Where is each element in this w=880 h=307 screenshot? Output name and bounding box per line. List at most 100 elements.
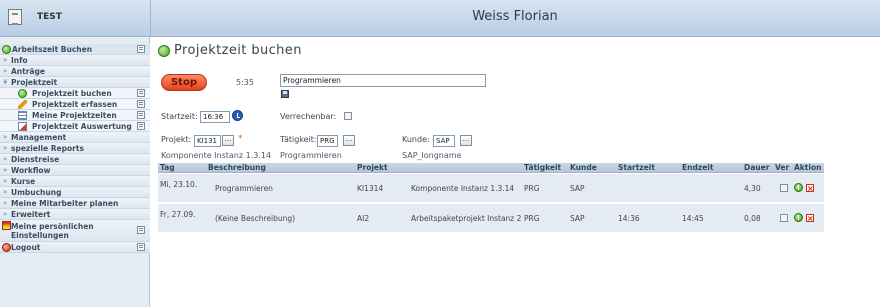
delete-icon[interactable]: × bbox=[806, 214, 814, 223]
cell-projekt-name: Arbeitspaketprojekt Instanz 2 bbox=[411, 214, 522, 223]
sidebar-item-label: spezielle Reports bbox=[11, 144, 84, 153]
cell-kunde: SAP bbox=[570, 214, 585, 223]
cell-kunde: SAP bbox=[570, 184, 585, 193]
sidebar-item-einstellungen[interactable]: Meine persönlichen Einstellungen bbox=[0, 220, 150, 242]
sidebar-item-arbeitszeit-buchen[interactable]: Arbeitszeit Buchen bbox=[0, 44, 150, 55]
sidebar-item-spezielle-reports[interactable]: » spezielle Reports bbox=[0, 143, 150, 154]
sidebar-item-label: Anträge bbox=[11, 67, 45, 76]
column-header-beschreibung[interactable]: Beschreibung bbox=[208, 163, 266, 173]
pin-icon[interactable] bbox=[137, 45, 145, 53]
column-header-startzeit[interactable]: Startzeit bbox=[618, 163, 655, 173]
kunde-name: SAP_longname bbox=[402, 151, 462, 160]
column-header-ver[interactable]: Ver bbox=[775, 163, 789, 173]
logout-icon bbox=[2, 243, 11, 252]
sidebar-item-label: Management bbox=[11, 133, 67, 142]
column-header-projekt[interactable]: Projekt bbox=[357, 163, 388, 173]
ver-checkbox[interactable] bbox=[780, 214, 788, 222]
sidebar-item-label: Projektzeit Auswertung bbox=[32, 122, 132, 131]
sidebar-item-label: Erweitert bbox=[11, 210, 51, 219]
cell-beschreibung: Programmieren bbox=[215, 184, 273, 193]
projekt-name: Komponente Instanz 1.3.14 bbox=[161, 151, 272, 160]
table-row[interactable]: Mi, 23.10. Programmieren KI1314 Komponen… bbox=[158, 174, 824, 203]
sidebar-item-label: Kurse bbox=[11, 177, 36, 186]
sidebar-item-projektzeit-erfassen[interactable]: Projektzeit erfassen bbox=[0, 99, 150, 110]
startzeit-input[interactable]: 16:36 bbox=[200, 111, 230, 123]
projekt-lookup-button[interactable]: ... bbox=[222, 135, 234, 146]
elapsed-time: 5:35 bbox=[236, 78, 254, 87]
column-header-dauer[interactable]: Dauer bbox=[744, 163, 769, 173]
required-marker: * bbox=[238, 134, 243, 144]
taetigkeit-name: Programmieren bbox=[280, 151, 342, 160]
kunde-label: Kunde: bbox=[402, 135, 430, 144]
column-header-kunde[interactable]: Kunde bbox=[570, 163, 597, 173]
sidebar-item-meine-projektzeiten[interactable]: Meine Projektzeiten bbox=[0, 110, 150, 121]
pin-icon[interactable] bbox=[137, 89, 145, 97]
user-name: Weiss Florian bbox=[472, 9, 558, 24]
chevron-right-icon: » bbox=[3, 188, 8, 196]
chevron-right-icon: » bbox=[3, 144, 8, 152]
sidebar-item-label: Workflow bbox=[11, 166, 51, 175]
pencil-icon bbox=[18, 100, 27, 109]
chevron-right-icon: » bbox=[3, 67, 8, 75]
pin-icon[interactable] bbox=[137, 100, 145, 108]
sidebar-item-dienstreise[interactable]: » Dienstreise bbox=[0, 154, 150, 165]
kunde-lookup-button[interactable]: ... bbox=[460, 135, 472, 146]
sidebar-item-mitarbeiter-planen[interactable]: » Meine Mitarbeiter planen bbox=[0, 198, 150, 209]
cell-tag: Mi, 23.10. bbox=[160, 180, 198, 189]
pin-icon[interactable] bbox=[137, 111, 145, 119]
sidebar-item-workflow[interactable]: » Workflow bbox=[0, 165, 150, 176]
green-circle-icon bbox=[2, 45, 11, 54]
pin-icon[interactable] bbox=[137, 226, 145, 234]
confirm-icon[interactable] bbox=[794, 213, 803, 222]
green-circle-icon bbox=[18, 89, 27, 98]
column-header-tag[interactable]: Tag bbox=[160, 163, 175, 173]
app-title: TEST bbox=[37, 12, 62, 22]
sidebar-item-projektzeit-auswertung[interactable]: Projektzeit Auswertung bbox=[0, 121, 150, 132]
sidebar-item-umbuchung[interactable]: » Umbuchung bbox=[0, 187, 150, 198]
sidebar-item-management[interactable]: » Management bbox=[0, 132, 150, 143]
sidebar-item-label: Meine Projektzeiten bbox=[32, 111, 117, 120]
sidebar-item-info[interactable]: » Info bbox=[0, 55, 150, 66]
pin-icon[interactable] bbox=[137, 243, 145, 251]
chevron-right-icon: » bbox=[3, 133, 8, 141]
cell-dauer: 0,08 bbox=[744, 214, 761, 223]
kunde-input[interactable]: SAP bbox=[433, 135, 455, 147]
sidebar-item-label: Meine persönlichen Einstellungen bbox=[11, 222, 94, 240]
stop-button[interactable]: Stop bbox=[161, 74, 207, 91]
projekt-input[interactable]: KI131 bbox=[194, 135, 221, 147]
column-header-endzeit[interactable]: Endzeit bbox=[682, 163, 713, 173]
sidebar-item-projektzeit-buchen[interactable]: Projektzeit buchen bbox=[0, 88, 150, 99]
chevron-right-icon: » bbox=[3, 155, 8, 163]
sidebar-item-projektzeit[interactable]: ¥ Projektzeit bbox=[0, 77, 150, 88]
verrechenbar-label: Verrechenbar: bbox=[280, 112, 337, 121]
cell-projekt: KI1314 bbox=[357, 184, 384, 193]
sidebar-item-label: Projektzeit erfassen bbox=[32, 100, 118, 109]
sidebar-item-logout[interactable]: Logout bbox=[0, 242, 150, 253]
confirm-icon[interactable] bbox=[794, 183, 803, 192]
pin-icon[interactable] bbox=[137, 122, 145, 130]
description-input[interactable]: Programmieren bbox=[280, 74, 486, 87]
sidebar-item-label: Umbuchung bbox=[11, 188, 62, 197]
green-circle-icon bbox=[158, 45, 170, 57]
save-icon[interactable] bbox=[281, 90, 289, 98]
clock-icon[interactable] bbox=[232, 110, 243, 121]
chevron-right-icon: » bbox=[3, 210, 8, 218]
delete-icon[interactable]: × bbox=[806, 184, 814, 193]
table-row[interactable]: Fr, 27.09. (Keine Beschreibung) AI2 Arbe… bbox=[158, 204, 824, 233]
chart-icon bbox=[18, 122, 27, 131]
sidebar-item-antraege[interactable]: » Anträge bbox=[0, 66, 150, 77]
verrechenbar-checkbox[interactable] bbox=[344, 112, 352, 120]
table-icon bbox=[18, 111, 27, 120]
taetigkeit-label: Tätigkeit: bbox=[280, 135, 317, 144]
column-header-taetigkeit[interactable]: Tätigkeit bbox=[524, 163, 561, 173]
sidebar-item-kurse[interactable]: » Kurse bbox=[0, 176, 150, 187]
app-icon bbox=[8, 9, 22, 25]
taetigkeit-lookup-button[interactable]: ... bbox=[343, 135, 355, 146]
taetigkeit-input[interactable]: PRG bbox=[317, 135, 338, 147]
sidebar-item-label: Logout bbox=[11, 243, 41, 252]
sidebar-item-erweitert[interactable]: » Erweitert bbox=[0, 209, 150, 220]
cell-startzeit: 14:36 bbox=[618, 214, 640, 223]
chevron-right-icon: » bbox=[3, 177, 8, 185]
projekt-label: Projekt: bbox=[161, 135, 192, 144]
ver-checkbox[interactable] bbox=[780, 184, 788, 192]
